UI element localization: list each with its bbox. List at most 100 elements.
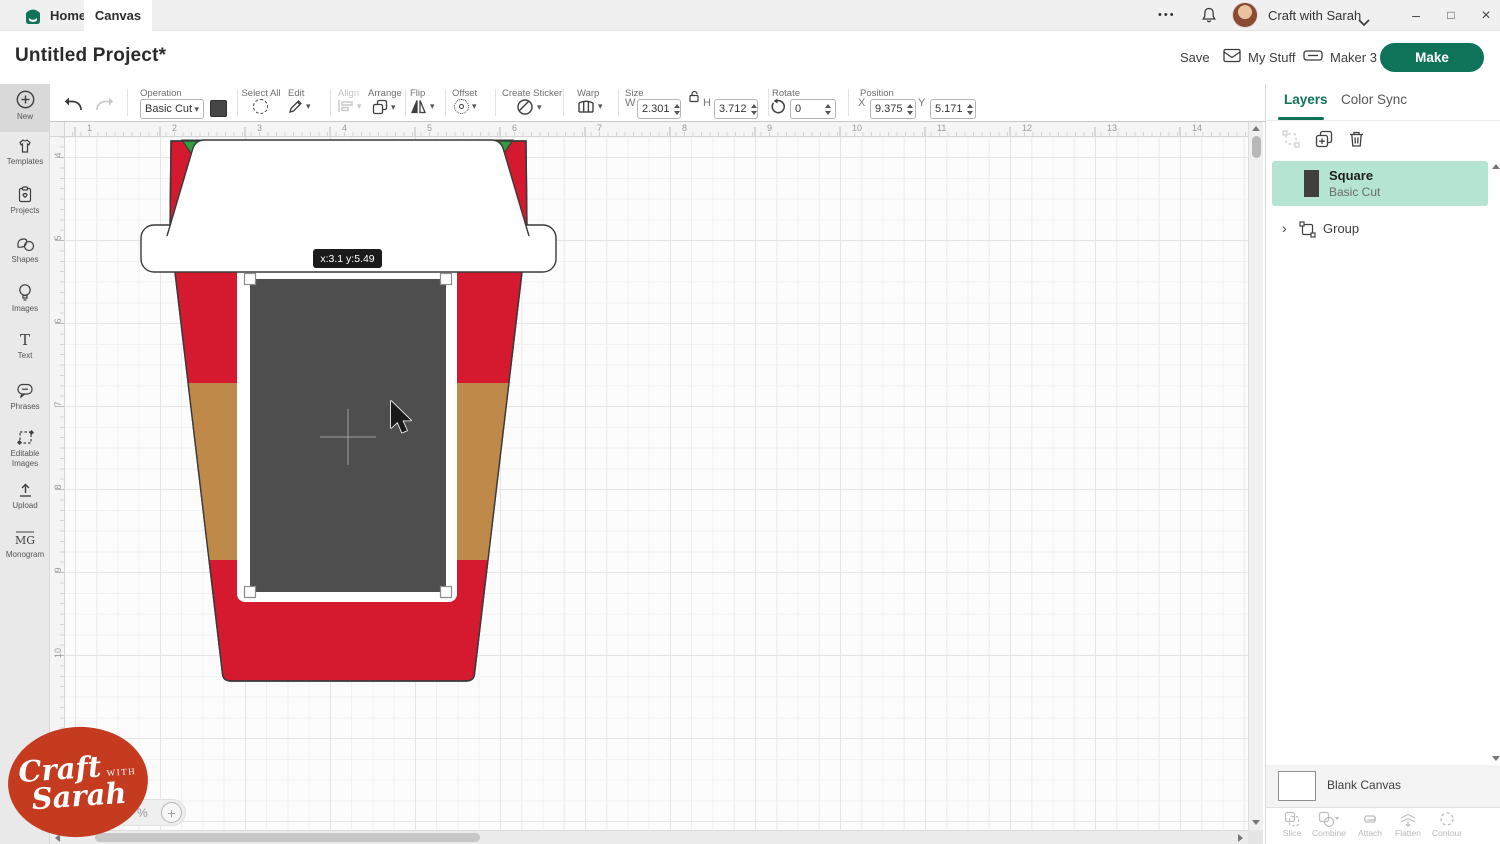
undo-button[interactable] [64, 96, 84, 117]
width-stepper[interactable] [674, 104, 682, 115]
rotate-stepper[interactable] [823, 104, 835, 115]
account-chevron-down-icon[interactable] [1358, 13, 1370, 31]
tooltip-text: x:3.1 y:5.49 [320, 253, 374, 265]
tab-color-sync[interactable]: Color Sync [1341, 92, 1407, 107]
layers-panel: Layers Color Sync Square Basic Cut › Gro… [1265, 84, 1500, 844]
rotate-input[interactable]: 0 [790, 99, 836, 119]
ruler-number: 5 [427, 123, 441, 133]
canvas-vertical-scrollbar[interactable] [1248, 122, 1263, 830]
horizontal-scroll-thumb[interactable] [95, 833, 480, 842]
sidebar-item-editable-images[interactable]: Editable Images [0, 429, 50, 469]
sticker-icon [516, 98, 534, 116]
redo-button[interactable] [94, 96, 114, 117]
active-tab-underline [1278, 117, 1324, 120]
sidebar-item-shapes[interactable]: Shapes [0, 235, 50, 265]
zoom-in-button[interactable]: + [161, 802, 182, 823]
x-input[interactable]: 9.375 [870, 99, 916, 119]
sidebar-item-new[interactable]: New [0, 90, 50, 122]
operation-color-swatch[interactable] [210, 100, 227, 117]
machine-selector[interactable]: Maker 3 [1303, 42, 1377, 72]
layer-row-square[interactable]: Square Basic Cut [1272, 161, 1488, 206]
layer-row-group[interactable]: › Group [1266, 216, 1500, 244]
duplicate-button[interactable] [1315, 130, 1333, 153]
y-input[interactable]: 5.171 [930, 99, 976, 119]
window-minimize-button[interactable]: – [1406, 0, 1426, 31]
avatar[interactable] [1232, 2, 1258, 28]
sidebar-item-phrases[interactable]: Phrases [0, 382, 50, 412]
window-maximize-button[interactable]: □ [1441, 0, 1461, 31]
overflow-menu-icon[interactable]: ••• [1158, 0, 1176, 31]
lightbulb-icon [17, 283, 33, 301]
window-close-button[interactable]: × [1476, 0, 1496, 31]
make-button[interactable]: Make [1380, 43, 1484, 72]
upload-icon [17, 482, 34, 498]
edit-button[interactable]: ▾ [288, 99, 311, 114]
left-sidebar: New Templates Projects Shapes Images T T… [0, 84, 50, 844]
flip-button[interactable]: ▾ [410, 99, 435, 114]
align-caret-icon: ▾ [357, 101, 362, 112]
home-tab-label[interactable]: Home [50, 0, 86, 31]
sidebar-item-upload[interactable]: Upload [0, 482, 50, 511]
scroll-up-icon[interactable] [1252, 126, 1260, 131]
attach-button: Attach [1350, 811, 1390, 838]
tab-layers[interactable]: Layers [1284, 92, 1328, 107]
x-stepper[interactable] [907, 104, 915, 115]
scroll-right-icon[interactable] [1238, 834, 1243, 842]
panel-scroll-up-icon[interactable] [1492, 164, 1500, 169]
arrange-label: Arrange [368, 88, 402, 99]
canvas-artwork[interactable] [65, 137, 1248, 830]
machine-icon [1303, 49, 1323, 66]
operation-caret-icon: ▾ [194, 104, 199, 115]
flatten-icon [1399, 811, 1417, 827]
height-stepper[interactable] [751, 104, 759, 115]
save-button[interactable]: Save [1180, 42, 1210, 72]
offset-button[interactable]: ▾ [454, 99, 477, 114]
offset-icon [454, 99, 469, 114]
ruler-number: 9 [767, 123, 781, 133]
pencil-icon [288, 99, 303, 114]
delete-button[interactable] [1348, 130, 1365, 153]
canvas-horizontal-scrollbar[interactable] [50, 830, 1248, 844]
sidebar-item-projects[interactable]: Projects [0, 186, 50, 216]
selection-handle-top-right[interactable] [441, 274, 452, 285]
notifications-bell-icon[interactable] [1200, 6, 1218, 30]
align-label: Align [338, 88, 359, 99]
ruler-number: 12 [1022, 123, 1036, 133]
warp-button[interactable]: ▾ [577, 99, 603, 114]
select-all-button[interactable] [253, 99, 268, 119]
align-button: ▾ [338, 99, 362, 113]
sidebar-label: Upload [12, 501, 37, 511]
create-sticker-button[interactable]: ▾ [516, 98, 542, 116]
contour-label: Contour [1432, 828, 1462, 838]
flip-label: Flip [410, 88, 425, 99]
group-expand-icon[interactable]: › [1282, 220, 1287, 236]
svg-text:T: T [20, 332, 30, 348]
scroll-down-icon[interactable] [1252, 820, 1260, 825]
group-label: Group [1323, 221, 1359, 236]
slice-icon [1284, 811, 1300, 827]
y-stepper[interactable] [967, 104, 975, 115]
sidebar-item-templates[interactable]: Templates [0, 138, 50, 167]
size-lock-icon[interactable] [687, 90, 701, 108]
vertical-scroll-thumb[interactable] [1252, 136, 1261, 158]
height-input[interactable]: 3.712 [714, 99, 758, 119]
my-stuff-button[interactable]: My Stuff [1223, 42, 1295, 72]
warp-icon [577, 99, 595, 114]
operation-value: Basic Cut [145, 103, 192, 115]
account-name[interactable]: Craft with Sarah [1268, 0, 1361, 31]
selection-handle-bottom-left[interactable] [245, 587, 256, 598]
panel-tabs: Layers Color Sync [1266, 84, 1500, 121]
selection-handle-bottom-right[interactable] [441, 587, 452, 598]
tab-canvas[interactable]: Canvas [84, 0, 152, 31]
blank-canvas-row[interactable]: Blank Canvas [1266, 765, 1500, 807]
sidebar-item-images[interactable]: Images [0, 283, 50, 314]
ruler-number: 7 [53, 397, 63, 411]
width-input[interactable]: 2.301 [637, 99, 681, 119]
sidebar-item-monogram[interactable]: MG Monogram [0, 531, 50, 560]
panel-scroll-down-icon[interactable] [1492, 756, 1500, 761]
sidebar-item-text[interactable]: T Text [0, 332, 50, 361]
vertical-ruler: 4 5 6 7 8 9 10 [50, 137, 65, 830]
operation-select[interactable]: Basic Cut ▾ [140, 99, 204, 119]
selection-handle-top-left[interactable] [245, 274, 256, 285]
arrange-button[interactable]: ▾ [372, 99, 396, 115]
